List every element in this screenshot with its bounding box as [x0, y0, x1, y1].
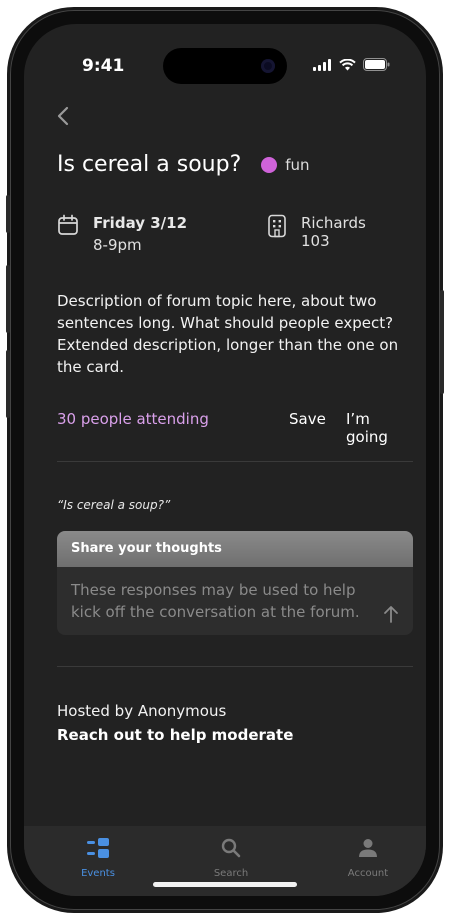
- topic-quote: “Is cereal a soup?”: [57, 498, 171, 512]
- title-row: Is cereal a soup? fun: [57, 152, 310, 177]
- account-icon: [359, 839, 377, 857]
- volume-up-button: [6, 265, 10, 333]
- send-arrow-icon[interactable]: [383, 605, 399, 623]
- thoughts-input[interactable]: These responses may be used to help kick…: [71, 579, 371, 623]
- tag-dot: [261, 156, 278, 173]
- share-thoughts-card[interactable]: Share your thoughts These responses may …: [57, 531, 413, 635]
- tab-search-label: Search: [213, 868, 249, 879]
- events-icon: [87, 838, 109, 858]
- tab-search[interactable]: Search: [186, 838, 276, 879]
- tag-label: fun: [285, 155, 310, 174]
- building-icon: [268, 214, 286, 238]
- action-button: [6, 195, 10, 233]
- event-date: Friday 3/12: [93, 214, 188, 232]
- moderate-link[interactable]: Reach out to help moderate: [57, 726, 293, 744]
- event-location: Richards 103: [301, 214, 366, 250]
- tab-account-label: Account: [347, 868, 389, 879]
- attendance-link[interactable]: 30 people attending: [57, 410, 209, 428]
- divider: [57, 666, 413, 667]
- power-button: [440, 290, 444, 394]
- calendar-icon: [58, 214, 78, 235]
- dynamic-island: [163, 48, 287, 84]
- event-time: 8-9pm: [93, 236, 142, 254]
- tab-events-label: Events: [81, 868, 115, 879]
- volume-down-button: [6, 350, 10, 418]
- camera-icon: [261, 59, 275, 73]
- tab-account[interactable]: Account: [323, 838, 413, 879]
- status-icons: [313, 58, 390, 71]
- event-description: Description of forum topic here, about t…: [57, 292, 399, 376]
- status-time: 9:41: [82, 56, 125, 76]
- battery-icon: [363, 58, 390, 71]
- share-thoughts-header: Share your thoughts: [57, 531, 413, 567]
- divider: [57, 461, 413, 462]
- going-button[interactable]: I’m going: [346, 410, 413, 446]
- tab-events[interactable]: Events: [53, 838, 143, 879]
- wifi-icon: [339, 58, 356, 70]
- signal-icon: [313, 58, 331, 71]
- phone-frame: 9:41 Is cereal a soup? fun Friday 3/12 8…: [6, 10, 444, 910]
- search-icon: [221, 838, 241, 858]
- host-label: Hosted by Anonymous: [57, 702, 227, 720]
- screen: 9:41 Is cereal a soup? fun Friday 3/12 8…: [24, 24, 426, 896]
- back-chevron-icon[interactable]: [52, 104, 76, 128]
- home-indicator[interactable]: [153, 882, 297, 887]
- save-button[interactable]: Save: [289, 410, 326, 428]
- event-info: Friday 3/12 8-9pm Richards 103: [57, 214, 397, 262]
- event-title: Is cereal a soup?: [57, 152, 242, 177]
- event-actions: 30 people attending Save I’m going: [57, 410, 413, 446]
